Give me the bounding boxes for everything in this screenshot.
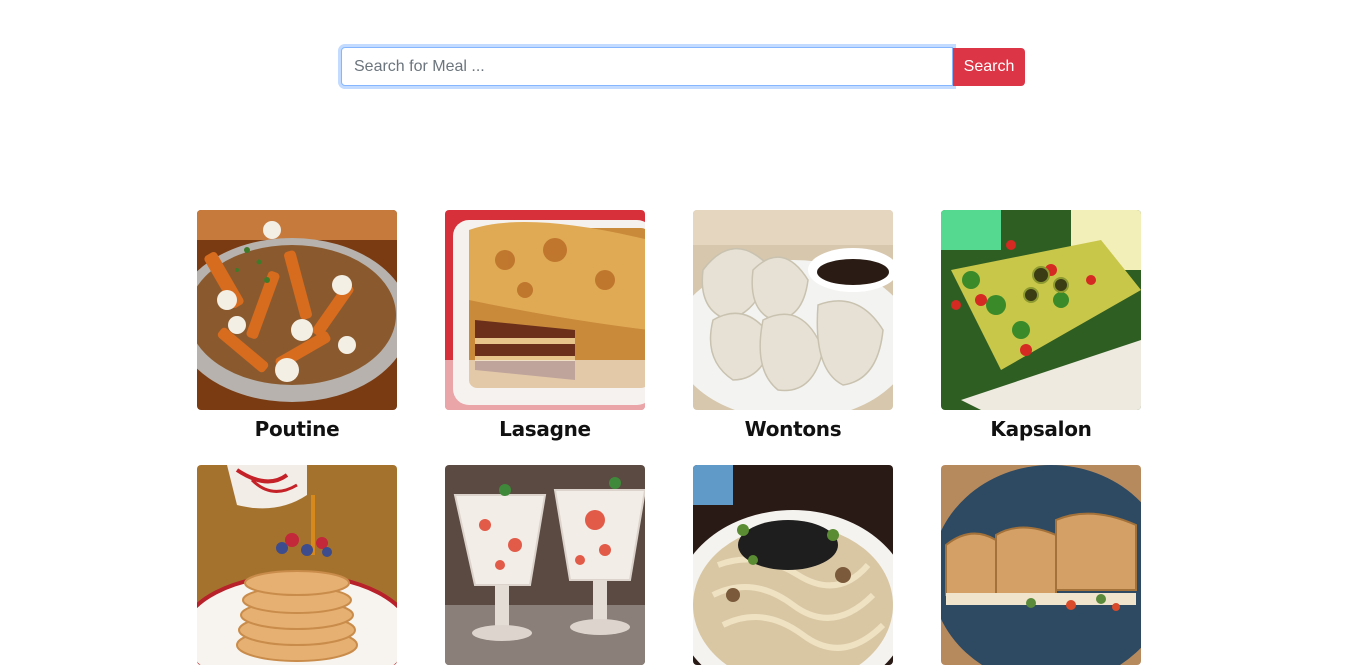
- meal-card-8[interactable]: [941, 465, 1141, 672]
- meal-image-kapsalon[interactable]: [941, 210, 1141, 410]
- meal-card-6[interactable]: [445, 465, 645, 672]
- meal-card-lasagne[interactable]: Lasagne: [445, 210, 645, 441]
- meal-image-7[interactable]: [693, 465, 893, 665]
- meal-name[interactable]: Wontons: [693, 417, 893, 441]
- meal-name[interactable]: Kapsalon: [941, 417, 1141, 441]
- meal-grid: Poutine Lasagne Wontons Kapsalon: [197, 210, 1141, 672]
- search-input[interactable]: [341, 47, 953, 86]
- meal-name[interactable]: Lasagne: [445, 417, 645, 441]
- meal-card-poutine[interactable]: Poutine: [197, 210, 397, 441]
- meal-name[interactable]: Poutine: [197, 417, 397, 441]
- search-button[interactable]: Search: [953, 48, 1025, 86]
- meal-card-kapsalon[interactable]: Kapsalon: [941, 210, 1141, 441]
- meal-image-5[interactable]: [197, 465, 397, 665]
- meal-image-lasagne[interactable]: [445, 210, 645, 410]
- meal-image-poutine[interactable]: [197, 210, 397, 410]
- meal-card-7[interactable]: [693, 465, 893, 672]
- search-bar: Search: [341, 47, 1025, 86]
- meal-image-6[interactable]: [445, 465, 645, 665]
- meal-image-8[interactable]: [941, 465, 1141, 665]
- meal-image-wontons[interactable]: [693, 210, 893, 410]
- meal-card-5[interactable]: [197, 465, 397, 672]
- meal-card-wontons[interactable]: Wontons: [693, 210, 893, 441]
